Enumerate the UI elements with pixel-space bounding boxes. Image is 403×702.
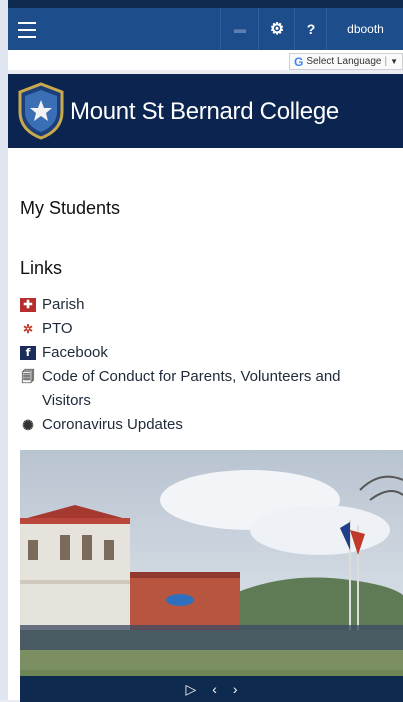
- next-slide-icon[interactable]: ›: [233, 681, 238, 697]
- link-label: Parish: [42, 296, 85, 313]
- hamburger-icon[interactable]: [18, 22, 36, 38]
- play-icon[interactable]: ▷: [185, 681, 196, 698]
- slideshow-image: [20, 450, 403, 700]
- slideshow-controls: ▷ ‹ ›: [20, 676, 403, 702]
- language-bar: G Select Language | ▼: [8, 50, 403, 70]
- main-content: My Students Links ✚ Parish ✲ PTO f Faceb…: [8, 148, 403, 702]
- pto-icon: ✲: [22, 322, 34, 336]
- help-button[interactable]: ?: [294, 8, 327, 50]
- link-label: Facebook: [42, 344, 108, 361]
- link-code-of-conduct[interactable]: 🗐 Code of Conduct for Parents, Volunteer…: [20, 365, 390, 413]
- parish-icon: ✚: [20, 298, 36, 312]
- link-facebook[interactable]: f Facebook: [20, 341, 390, 365]
- facebook-icon: f: [20, 346, 36, 360]
- divider: |: [384, 56, 388, 67]
- college-header-banner: Mount St Bernard College: [8, 74, 403, 148]
- google-g-icon: G: [294, 54, 304, 69]
- language-selector[interactable]: G Select Language | ▼: [289, 53, 403, 70]
- virus-icon: ✺: [22, 417, 34, 433]
- user-menu[interactable]: dbooth: [326, 8, 403, 50]
- document-icon: 🗐: [21, 369, 35, 384]
- link-label: Code of Conduct for Parents, Volunteers …: [42, 368, 341, 409]
- previous-slide-icon[interactable]: ‹: [212, 681, 217, 697]
- college-crest-icon: [18, 82, 64, 140]
- link-parish[interactable]: ✚ Parish: [20, 293, 390, 317]
- link-label: Coronavirus Updates: [42, 416, 183, 433]
- links-list: ✚ Parish ✲ PTO f Facebook 🗐 Code of Cond…: [20, 293, 390, 437]
- gear-icon[interactable]: ⚙: [258, 8, 295, 50]
- language-label: Select Language: [306, 56, 382, 67]
- link-coronavirus[interactable]: ✺ Coronavirus Updates: [20, 413, 390, 437]
- chevron-down-icon: ▼: [390, 57, 398, 66]
- link-pto[interactable]: ✲ PTO: [20, 317, 390, 341]
- college-name: Mount St Bernard College: [70, 98, 339, 125]
- faded-toolbar-button[interactable]: ▬: [220, 8, 259, 50]
- left-edge-strip: [0, 0, 8, 700]
- links-heading: Links: [20, 258, 63, 278]
- top-navigation-bar: ▬ ⚙ ? dbooth: [8, 0, 403, 50]
- link-label: PTO: [42, 320, 73, 337]
- my-students-heading[interactable]: My Students: [20, 198, 120, 219]
